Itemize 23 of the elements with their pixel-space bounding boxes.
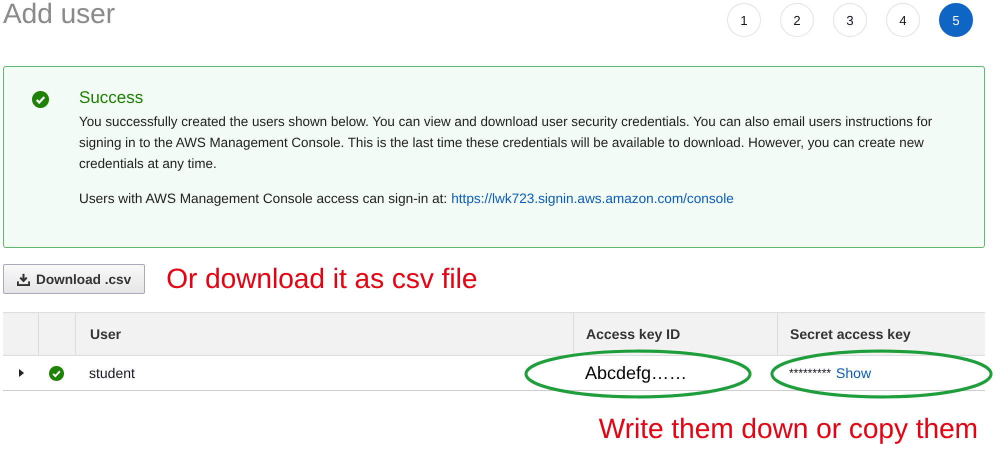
page-title: Add user	[3, 0, 116, 28]
user-name: student	[89, 365, 135, 381]
caret-icon[interactable]	[16, 369, 24, 377]
signin-link[interactable]: https://lwk723.signin.aws.amazon.com/console	[451, 191, 734, 206]
annotation-text: Write them down or copy them	[598, 413, 978, 445]
access-key-id: Abcdefg……	[585, 362, 688, 384]
download-icon	[17, 272, 30, 286]
step-indicator[interactable]: 4	[886, 3, 920, 37]
column-header: Secret access key	[777, 313, 985, 355]
column-header: Access key ID	[573, 313, 777, 355]
show-link[interactable]: Show	[836, 365, 872, 381]
step-indicator[interactable]: 2	[780, 3, 814, 37]
alert-message: You successfully created the users shown below. You can view and download user security credentials. You can also email users instructions for signing in to the AWS Management Console. This is the last time these credentials will be available to download. However, you can create new credentials at any time.	[79, 113, 934, 173]
alert-title: Success	[79, 88, 144, 108]
column-header: User	[75, 313, 573, 355]
check-circle-icon	[32, 91, 49, 108]
masked-secret: *********	[789, 366, 832, 380]
annotation-text: Or download it as csv file	[166, 263, 478, 295]
signin-text: Users with AWS Management Console access can sign-in at:	[79, 191, 448, 206]
step-indicator[interactable]: 3	[833, 3, 867, 37]
step-indicator[interactable]: 1	[727, 3, 761, 37]
download-button[interactable]: Download .csv	[3, 264, 146, 294]
step-indicator[interactable]: 5	[939, 3, 973, 37]
